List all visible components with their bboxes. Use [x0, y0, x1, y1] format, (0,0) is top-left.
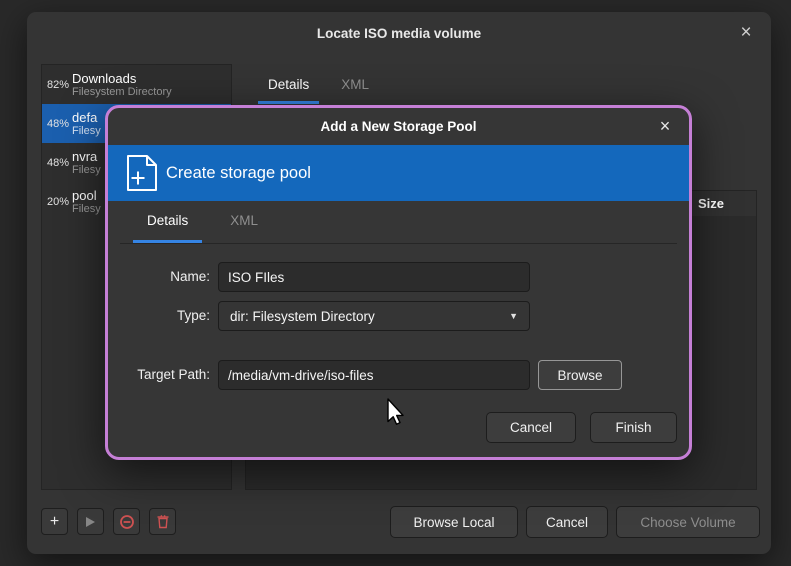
type-label: Type: — [108, 308, 210, 323]
dialog-close-icon[interactable]: × — [654, 115, 676, 137]
name-label: Name: — [108, 269, 210, 284]
pool-usage-percent: 48% — [42, 118, 72, 130]
create-pool-banner: Create storage pool — [108, 145, 689, 201]
dialog-tab-details[interactable]: Details — [133, 201, 202, 243]
type-dropdown-value: dir: Filesystem Directory — [230, 309, 375, 324]
stop-pool-button[interactable] — [113, 508, 140, 535]
pool-type: Filesy — [72, 203, 101, 216]
trash-icon — [156, 514, 170, 529]
window-close-icon[interactable]: × — [735, 22, 757, 44]
target-path-field[interactable] — [218, 360, 530, 390]
tab-xml[interactable]: XML — [331, 70, 379, 104]
tab-details[interactable]: Details — [258, 70, 319, 104]
window-title: Locate ISO media volume — [317, 26, 481, 41]
name-field[interactable] — [218, 262, 530, 292]
choose-volume-button[interactable]: Choose Volume — [616, 506, 760, 538]
column-header-size[interactable]: Size — [698, 196, 724, 211]
cancel-button[interactable]: Cancel — [526, 506, 608, 538]
dialog-cancel-button[interactable]: Cancel — [486, 412, 576, 443]
dialog-tab-xml[interactable]: XML — [216, 201, 272, 243]
chevron-down-icon: ▼ — [509, 311, 518, 321]
pool-row-downloads[interactable]: 82% Downloads Filesystem Directory — [42, 65, 231, 104]
banner-title: Create storage pool — [166, 145, 311, 201]
add-storage-pool-dialog: Add a New Storage Pool × Create storage … — [105, 105, 692, 460]
pool-detail-tabs: Details XML — [258, 70, 379, 104]
type-dropdown[interactable]: dir: Filesystem Directory ▼ — [218, 301, 530, 331]
delete-pool-button[interactable] — [149, 508, 176, 535]
pool-name: defa — [72, 110, 101, 125]
stop-circle-icon — [119, 514, 135, 530]
dialog-title: Add a New Storage Pool — [320, 119, 476, 134]
new-document-icon — [125, 154, 159, 192]
finish-button[interactable]: Finish — [590, 412, 677, 443]
dialog-tabs: Details XML — [120, 201, 677, 244]
pool-name: Downloads — [72, 71, 172, 86]
add-pool-button[interactable]: + — [41, 508, 68, 535]
target-path-label: Target Path: — [108, 367, 210, 382]
pool-name: pool — [72, 188, 101, 203]
play-icon — [86, 517, 95, 527]
window-titlebar: Locate ISO media volume — [27, 12, 771, 54]
plus-icon: + — [50, 513, 59, 531]
dialog-titlebar: Add a New Storage Pool — [108, 108, 689, 145]
pool-type: Filesy — [72, 164, 101, 177]
browse-button[interactable]: Browse — [538, 360, 622, 390]
pool-type: Filesy — [72, 125, 101, 138]
pool-type: Filesystem Directory — [72, 86, 172, 99]
start-pool-button[interactable] — [77, 508, 104, 535]
pool-usage-percent: 82% — [42, 79, 72, 91]
pool-usage-percent: 20% — [42, 196, 72, 208]
pool-name: nvra — [72, 149, 101, 164]
browse-local-button[interactable]: Browse Local — [390, 506, 518, 538]
pool-usage-percent: 48% — [42, 157, 72, 169]
